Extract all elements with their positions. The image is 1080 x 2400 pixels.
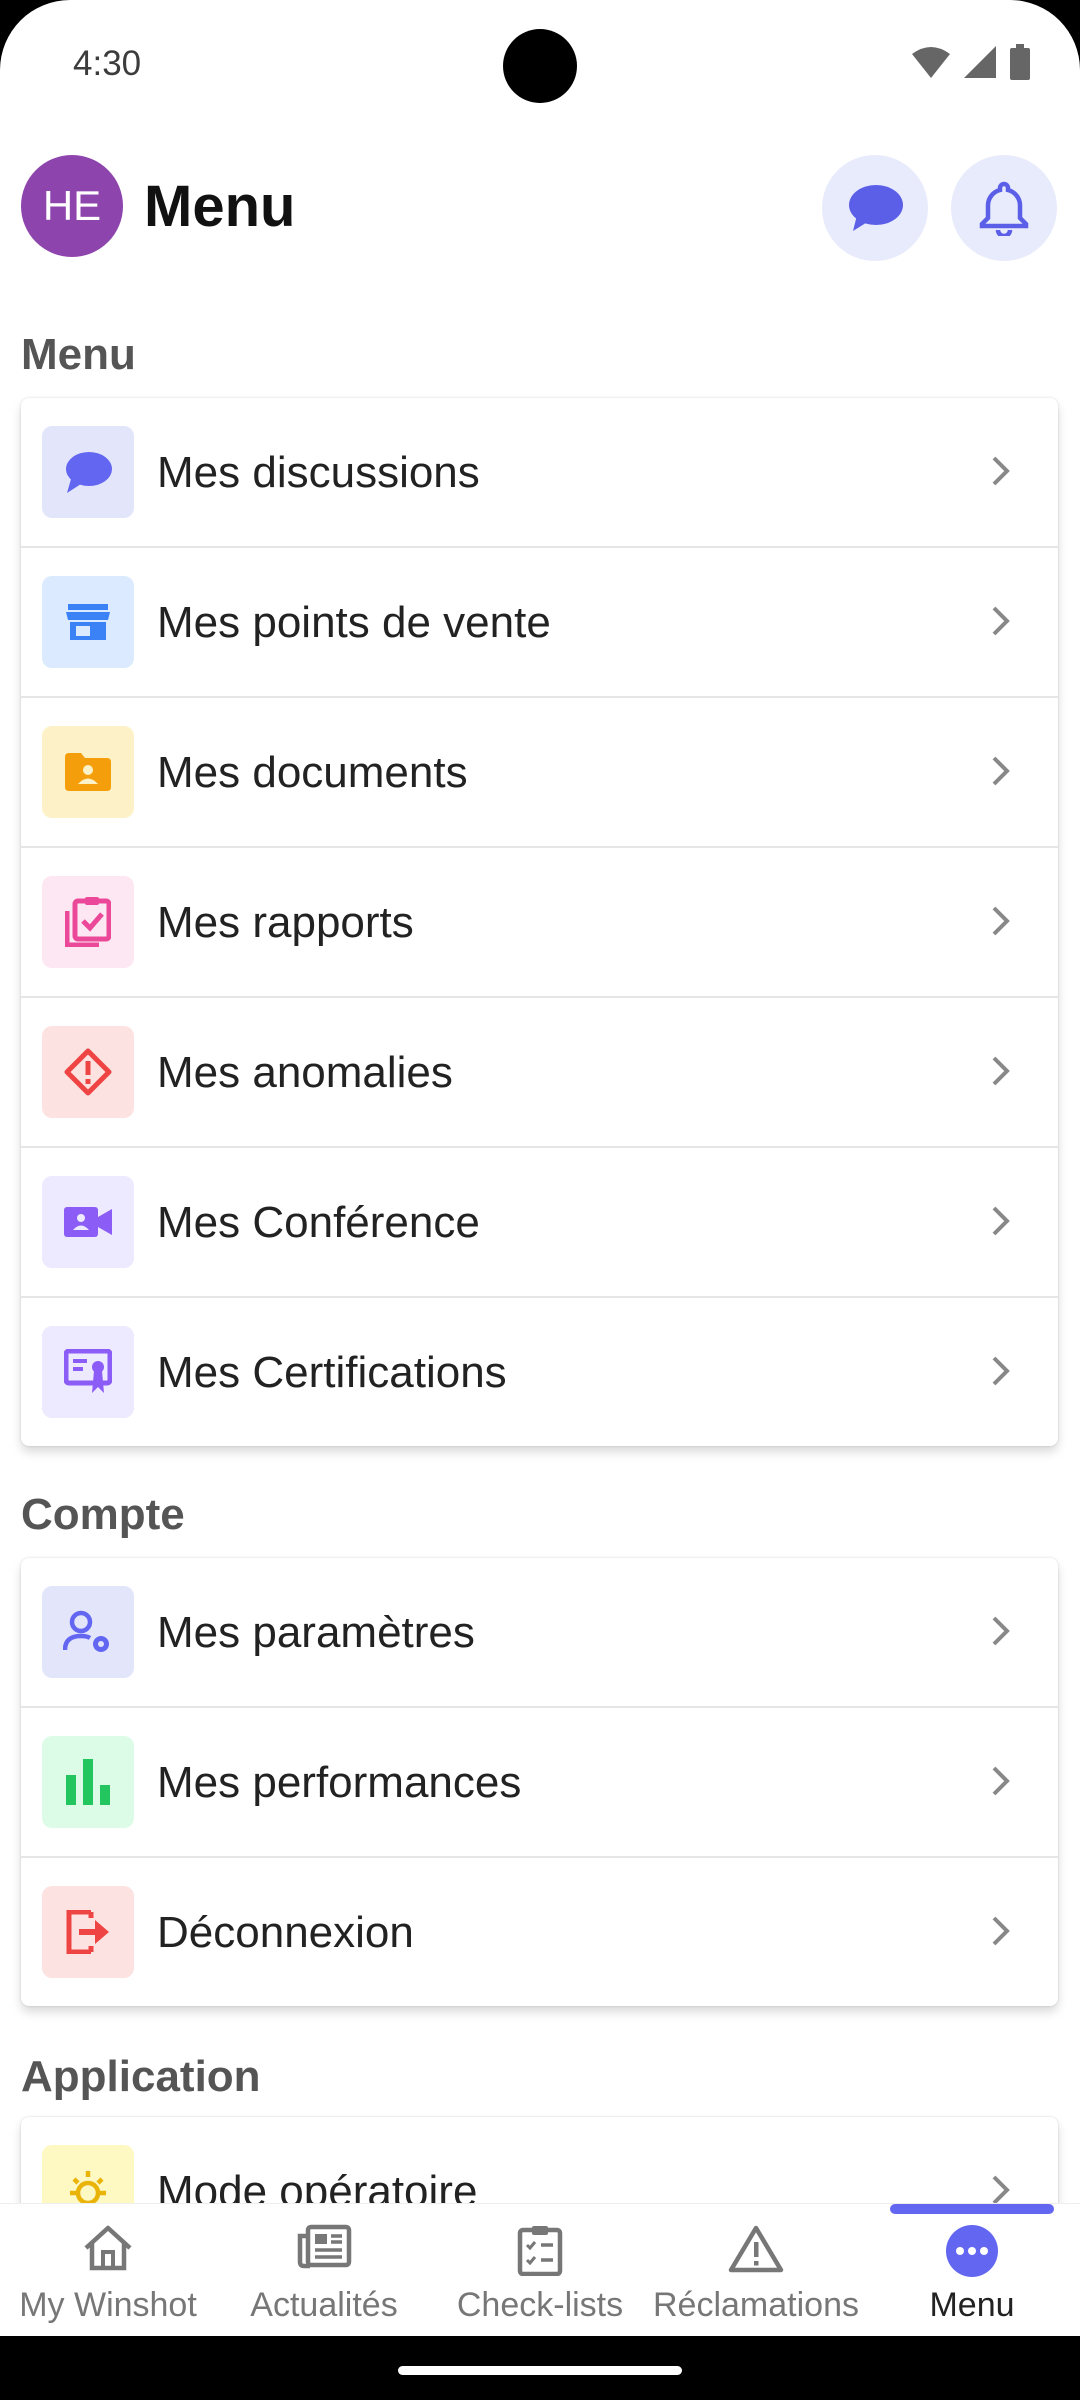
chevron-right-icon xyxy=(992,1616,1010,1646)
menu-card: Mes discussions Mes points de vente Mes … xyxy=(21,398,1058,1446)
menu-item-performances[interactable]: Mes performances xyxy=(21,1708,1058,1858)
menu-item-deconnexion[interactable]: Déconnexion xyxy=(21,1858,1058,2006)
video-camera-icon xyxy=(64,1207,112,1237)
menu-item-label: Mes documents xyxy=(157,748,468,797)
chat-bubble-icon xyxy=(66,452,112,493)
battery-icon xyxy=(1010,44,1030,80)
home-gesture-bar[interactable] xyxy=(398,2366,682,2375)
section-label-application: Application xyxy=(21,2052,261,2101)
nav-item-menu[interactable]: Menu xyxy=(864,2204,1080,2336)
bar-chart-icon xyxy=(66,1759,110,1805)
menu-item-points-de-vente[interactable]: Mes points de vente xyxy=(21,548,1058,698)
nav-label: Menu xyxy=(929,2286,1015,2324)
menu-item-label: Mes discussions xyxy=(157,448,480,497)
app-screen: 4:30 HE Menu Menu Mes discussions Mes po… xyxy=(0,0,1080,2336)
newspaper-icon xyxy=(297,2224,352,2269)
nav-label: My Winshot xyxy=(19,2286,197,2324)
icon-box xyxy=(42,1886,134,1978)
status-icons xyxy=(912,44,1030,80)
avatar-initials: HE xyxy=(42,182,102,229)
nav-label: Actualités xyxy=(250,2286,398,2324)
icon-box xyxy=(42,1176,134,1268)
bottom-navigation: My Winshot Actualités Check-lists Réclam… xyxy=(0,2203,1080,2336)
chevron-right-icon xyxy=(992,1056,1010,1086)
camera-cutout xyxy=(503,29,577,103)
chat-button[interactable] xyxy=(822,155,928,261)
active-tab-indicator xyxy=(890,2204,1054,2214)
nav-item-reclamations[interactable]: Réclamations xyxy=(648,2204,864,2336)
icon-box xyxy=(42,1026,134,1118)
section-label-compte: Compte xyxy=(21,1490,185,1539)
menu-item-label: Mes points de vente xyxy=(157,598,551,647)
home-icon xyxy=(84,2225,132,2271)
avatar[interactable]: HE xyxy=(21,155,123,257)
bell-icon xyxy=(979,181,1029,236)
menu-item-discussions[interactable]: Mes discussions xyxy=(21,398,1058,548)
nav-label: Check-lists xyxy=(456,2286,624,2324)
icon-box xyxy=(42,726,134,818)
account-card: Mes paramètres Mes performances Déconnex… xyxy=(21,1558,1058,2006)
top-header: HE Menu xyxy=(0,155,1080,261)
chevron-right-icon xyxy=(992,756,1010,786)
wifi-icon xyxy=(912,47,950,78)
menu-item-parametres[interactable]: Mes paramètres xyxy=(21,1558,1058,1708)
warning-diamond-icon xyxy=(64,1048,112,1096)
chevron-right-icon xyxy=(992,1766,1010,1796)
chevron-right-icon xyxy=(992,1206,1010,1236)
certificate-icon xyxy=(64,1349,112,1393)
nav-item-check-lists[interactable]: Check-lists xyxy=(432,2204,648,2336)
notifications-button[interactable] xyxy=(951,155,1057,261)
menu-item-label: Mes Conférence xyxy=(157,1198,480,1247)
checklist-icon xyxy=(517,2226,563,2276)
folder-user-icon xyxy=(65,753,111,791)
more-circle-icon xyxy=(946,2225,998,2277)
menu-item-label: Mes anomalies xyxy=(157,1048,453,1097)
chevron-right-icon xyxy=(992,606,1010,636)
chevron-right-icon xyxy=(992,2175,1010,2205)
icon-box xyxy=(42,576,134,668)
menu-item-label: Mes rapports xyxy=(157,898,414,947)
nav-item-actualites[interactable]: Actualités xyxy=(216,2204,432,2336)
chevron-right-icon xyxy=(992,906,1010,936)
menu-item-rapports[interactable]: Mes rapports xyxy=(21,848,1058,998)
icon-box xyxy=(42,876,134,968)
logout-icon xyxy=(66,1910,109,1954)
status-time: 4:30 xyxy=(73,44,142,83)
icon-box xyxy=(42,1736,134,1828)
chevron-right-icon xyxy=(992,1916,1010,1946)
icon-box xyxy=(42,1586,134,1678)
signal-icon xyxy=(964,46,996,78)
menu-item-label: Mes paramètres xyxy=(157,1608,475,1657)
menu-item-label: Mes performances xyxy=(157,1758,522,1807)
menu-item-certifications[interactable]: Mes Certifications xyxy=(21,1298,1058,1446)
page-title: Menu xyxy=(144,174,296,239)
menu-item-conference[interactable]: Mes Conférence xyxy=(21,1148,1058,1298)
section-label-menu: Menu xyxy=(21,330,136,379)
user-settings-icon xyxy=(63,1610,109,1652)
menu-item-label: Mes Certifications xyxy=(157,1348,507,1397)
clipboard-check-icon xyxy=(65,897,111,947)
icon-box xyxy=(42,426,134,518)
status-bar: 4:30 xyxy=(0,0,1080,130)
nav-item-my-winshot[interactable]: My Winshot xyxy=(0,2204,216,2336)
store-icon xyxy=(66,604,110,640)
chevron-right-icon xyxy=(992,456,1010,486)
menu-item-anomalies[interactable]: Mes anomalies xyxy=(21,998,1058,1148)
menu-item-documents[interactable]: Mes documents xyxy=(21,698,1058,848)
menu-item-label: Déconnexion xyxy=(157,1908,414,1957)
icon-box xyxy=(42,1326,134,1418)
chevron-right-icon xyxy=(992,1356,1010,1386)
nav-label: Réclamations xyxy=(653,2286,859,2324)
warning-triangle-icon xyxy=(728,2225,784,2273)
chat-bubble-icon xyxy=(849,185,903,231)
